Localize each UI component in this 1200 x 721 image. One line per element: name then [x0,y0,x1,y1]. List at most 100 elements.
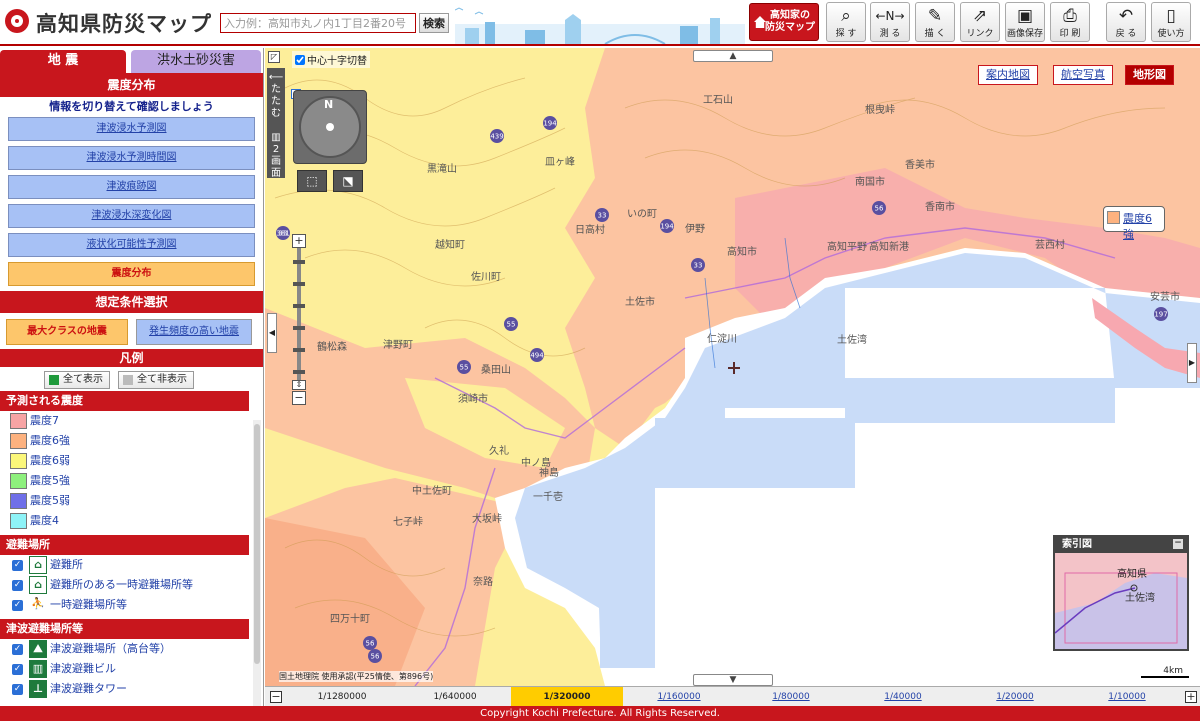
color-swatch [10,493,27,509]
back-button[interactable]: ↶ 戻 る [1106,2,1146,42]
hide-all-button[interactable]: 全て非表示 [118,371,194,389]
place-label: 芸西村 [1035,240,1065,251]
shelter-with-temp-row[interactable]: ✓ ⌂ 避難所のある一時避難場所等 [0,575,263,595]
scale-zoom-out-button[interactable]: − [270,691,282,703]
layer-tsunami-arrival-time[interactable]: 津波浸水予測時間図 [8,146,255,170]
scroll-thumb[interactable] [254,424,260,664]
zoom-handle[interactable]: ⇕ [292,380,306,390]
kochi-home-disaster-map-button[interactable]: 高知家の 防災マップ [749,3,819,41]
fold-panel-button[interactable]: ⟵ たたむ ▥ 2画面 [267,68,285,179]
scale-stop[interactable]: 1/20000 [959,687,1071,707]
show-all-button[interactable]: 全て表示 [44,371,110,389]
scale-zoom-in-button[interactable]: + [1185,691,1197,703]
temporary-evacuation-icon: ⛹ [29,596,47,614]
save-image-button[interactable]: ▣ 画像保存 [1005,2,1045,42]
map-type-guide[interactable]: 案内地図 [978,65,1038,85]
overview-title: 索引図 − [1055,537,1187,553]
tab-flood-landslide[interactable]: 洪水土砂災害 [131,50,261,73]
checkbox[interactable]: ✓ [12,684,23,695]
link-button[interactable]: ⇗ リンク [960,2,1000,42]
layer-tsunami-traces[interactable]: 津波痕跡図 [8,175,255,199]
layer-tsunami-inundation[interactable]: 津波浸水予測図 [8,117,255,141]
scale-stop-current[interactable]: 1/320000 [511,687,623,707]
tsunami-tower-row[interactable]: ✓ ⊥ 津波避難タワー [0,679,263,699]
layer-liquefaction[interactable]: 液状化可能性予測図 [8,233,255,257]
place-label: 七子峠 [393,517,423,528]
draw-button[interactable]: ✎ 描 く [915,2,955,42]
tab-earthquake[interactable]: 地 震 [0,50,126,73]
help-button[interactable]: ▯ 使い方 [1151,2,1191,42]
legend-item: 震度5弱 [0,491,263,511]
color-swatch [10,513,27,529]
measure-button[interactable]: ←N→ 測 る [870,2,910,42]
printer-icon: ⎙ [1063,6,1077,26]
rectangle-zoom-out-tool[interactable]: ⬔ [333,170,363,192]
section-title: 震度分布 [0,73,263,97]
rectangle-zoom-tool[interactable]: ⬚ [297,170,327,192]
search-button[interactable]: 検索 [419,13,449,33]
palette-icon: ✎ [927,6,943,26]
condition-max-class-button[interactable]: 最大クラスの地震 [6,319,128,345]
minimize-icon[interactable]: − [1173,539,1183,549]
pan-east-button[interactable]: ▶ [1187,343,1197,383]
checkbox[interactable]: ✓ [12,560,23,571]
intensity-callout[interactable]: 震度6強 [1103,206,1165,241]
scale-stop[interactable]: 1/160000 [623,687,735,707]
crosshair-checkbox[interactable] [295,55,305,65]
scale-stop[interactable]: 1/640000 [399,687,511,707]
find-button[interactable]: ⌕ 探 す [826,2,866,42]
scale-stop[interactable]: 1/80000 [735,687,847,707]
tsunami-highground-row[interactable]: ✓ ⛰ 津波避難場所（高台等） [0,639,263,659]
scale-stop[interactable]: 1/40000 [847,687,959,707]
place-label: 土佐湾 [837,335,867,346]
compass-pan-control[interactable]: N [293,90,367,164]
tsunami-building-icon: ▥ [29,660,47,678]
sidebar-scrollbar[interactable] [253,420,261,706]
collapse-corner-icon[interactable]: ◸ [268,51,280,63]
checkbox[interactable]: ✓ [12,580,23,591]
route-number: 33 [694,262,703,270]
print-button[interactable]: ⎙ 印 刷 [1050,2,1090,42]
link-icon: ⇗ [972,6,988,26]
zoom-slider[interactable]: + ⇕ − [292,234,308,405]
place-label: 日高村 [575,225,605,236]
place-label: 高知平野 [827,242,867,253]
shelter-row[interactable]: ✓ ⌂ 避難所 [0,555,263,575]
sidebar: 地 震 洪水土砂災害 震度分布 情報を切り替えて確認しましょう 津波浸水予測図 … [0,48,264,706]
place-label: 奈路 [473,577,493,588]
route-number: 194 [543,120,557,128]
scale-stop[interactable]: 1/10000 [1071,687,1183,707]
place-label: 工石山 [703,95,733,106]
north-label: N [324,98,334,111]
legend-item: 震度7 [0,411,263,431]
pan-north-button[interactable]: ▲ [693,50,773,62]
legend-visibility-row: 全て表示 全て非表示 [0,367,263,391]
check-icon [49,375,59,385]
overview-map[interactable]: 索引図 − 高知県 土佐湾 [1053,535,1189,651]
crosshair-toggle[interactable]: 中心十字切替 [292,51,370,68]
zoom-out-button[interactable]: − [292,391,306,405]
layer-seismic-intensity[interactable]: 震度分布 [8,262,255,286]
map-attribution: 国土地理院 使用承認(平25情使、第896号) [279,671,434,682]
scale-stop[interactable]: 1/1280000 [285,687,399,707]
pan-west-button[interactable]: ◀ [267,313,277,353]
layer-tsunami-depth-change[interactable]: 津波浸水深変化図 [8,204,255,228]
legend-item: 震度5強 [0,471,263,491]
pan-south-button[interactable]: ▼ [693,674,773,686]
address-search-input[interactable] [220,13,416,33]
place-label: 桑田山 [481,365,511,376]
scale-selector: − 1/1280000 1/640000 1/320000 1/160000 1… [265,686,1200,707]
place-label: 四万十町 [330,614,370,625]
map-canvas[interactable]: 194 439 33 194 33 56 55 55 494 197 56 381 56 33 工石山 根… [265,48,1200,686]
checkbox[interactable]: ✓ [12,600,23,611]
map-type-topographic[interactable]: 地形図 [1125,65,1174,85]
tsunami-building-row[interactable]: ✓ ▥ 津波避難ビル [0,659,263,679]
zoom-in-button[interactable]: + [292,234,306,248]
checkbox[interactable]: ✓ [12,664,23,675]
place-label: 大坂峠 [472,514,502,525]
temporary-evacuation-row[interactable]: ✓ ⛹ 一時避難場所等 [0,595,263,615]
hazard-tabs: 地 震 洪水土砂災害 [0,48,263,73]
condition-frequent-button[interactable]: 発生頻度の高い地震 [136,319,252,345]
checkbox[interactable]: ✓ [12,644,23,655]
map-type-aerial[interactable]: 航空写真 [1053,65,1113,85]
